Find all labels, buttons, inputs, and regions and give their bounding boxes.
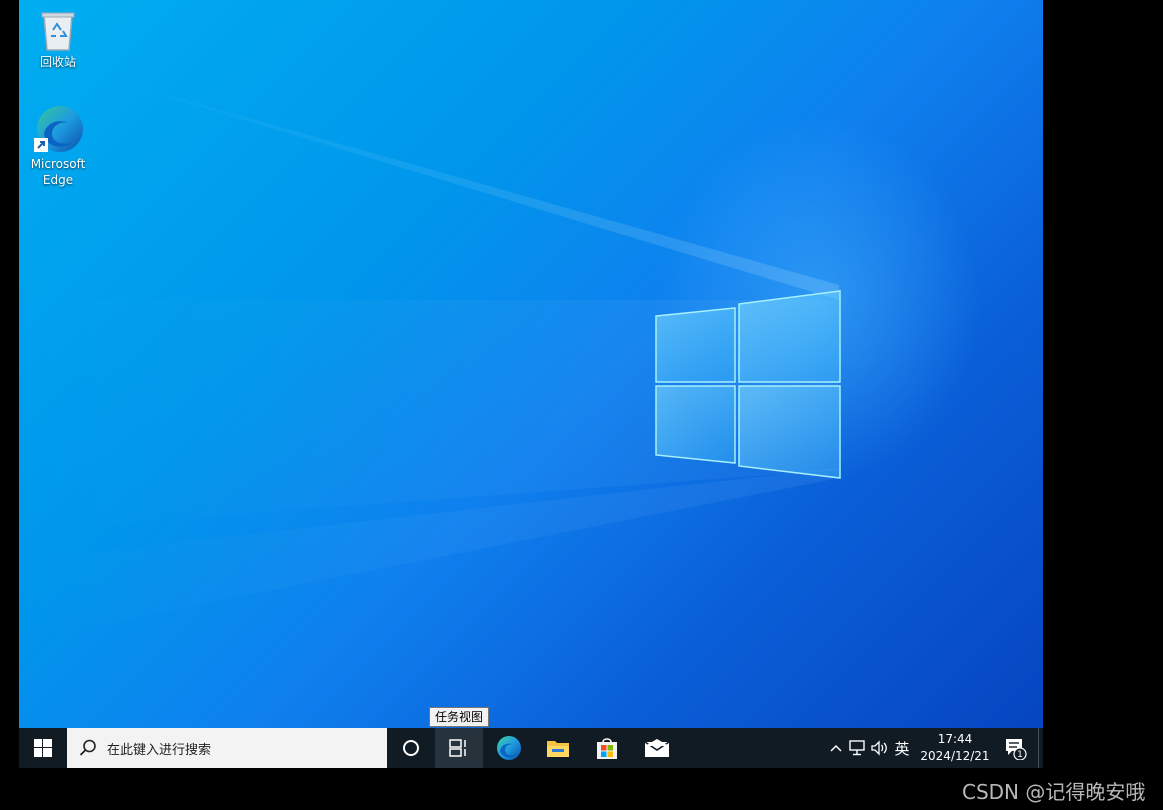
edge-icon	[34, 106, 83, 152]
clock-date: 2024/12/21	[920, 749, 990, 763]
show-desktop-button[interactable]	[1038, 728, 1043, 768]
task-view-button[interactable]	[435, 728, 483, 768]
volume-icon	[871, 740, 887, 756]
desktop-icon-recycle-bin[interactable]: 回收站	[19, 8, 97, 70]
desktop[interactable]: 回收站 Microsoft Edge	[19, 0, 1043, 728]
search-box[interactable]: 在此键入进行搜索	[67, 728, 387, 768]
network-button[interactable]	[847, 728, 869, 768]
desktop-icon-label-line1: Microsoft	[30, 157, 86, 171]
recycle-bin-icon	[41, 12, 75, 51]
cortana-circle-icon	[403, 740, 419, 756]
chevron-up-icon	[830, 744, 842, 752]
windows-wallpaper-logo	[19, 70, 841, 640]
clock-button[interactable]: 17:44 2024/12/21	[915, 728, 995, 768]
folder-icon	[547, 741, 569, 757]
edge-icon	[497, 736, 521, 760]
network-icon	[849, 740, 865, 756]
volume-button[interactable]	[869, 728, 891, 768]
task-view-icon	[449, 739, 466, 757]
windows-logo-icon	[34, 739, 52, 757]
search-icon	[79, 739, 96, 756]
mail-icon	[644, 739, 670, 757]
action-center-button[interactable]: 1	[995, 728, 1035, 768]
notification-icon: 1	[1006, 739, 1027, 760]
search-placeholder: 在此键入进行搜索	[107, 742, 212, 758]
taskbar-edge-button[interactable]	[485, 728, 533, 768]
desktop-icon-label: 回收站	[39, 55, 76, 69]
task-view-tooltip: 任务视图	[429, 707, 490, 727]
taskbar-store-button[interactable]	[583, 728, 631, 768]
desktop-icon-microsoft-edge[interactable]: Microsoft Edge	[19, 104, 97, 188]
taskbar-mail-button[interactable]	[633, 728, 681, 768]
input-method-button[interactable]: 英	[891, 728, 913, 768]
notification-count: 1	[1017, 750, 1023, 760]
store-icon	[597, 738, 617, 759]
taskbar: 在此键入进行搜索 英 17:44 2024/12/21 1	[19, 728, 1043, 768]
clock-time: 17:44	[937, 732, 973, 746]
cortana-button[interactable]	[387, 728, 435, 768]
taskbar-file-explorer-button[interactable]	[534, 728, 582, 768]
start-button[interactable]	[19, 728, 67, 768]
screen: 回收站 Microsoft Edge 任务视图 在此键入进行搜索 英 17:44…	[19, 0, 1043, 768]
show-hidden-icons-button[interactable]	[825, 728, 847, 768]
watermark: CSDN @记得晚安哦	[962, 780, 1146, 804]
desktop-icon-label-line2: Edge	[42, 173, 74, 187]
system-tray: 英 17:44 2024/12/21 1	[823, 728, 1043, 768]
